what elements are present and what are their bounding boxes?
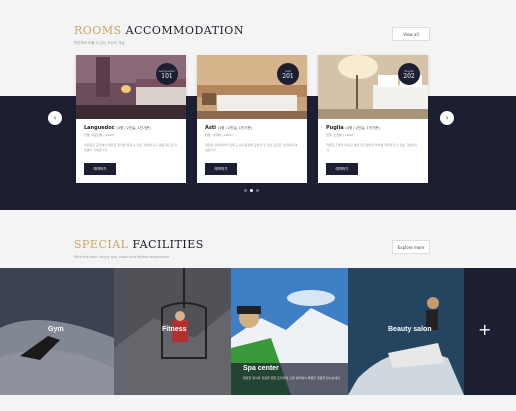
rooms-title-rest: ACCOMMODATION (125, 24, 244, 37)
room-name: Asti (205, 125, 216, 131)
facility-label: Gym (48, 326, 64, 333)
carousel-prev-button[interactable]: ‹ (48, 111, 62, 125)
reserve-button[interactable]: 예약하기 (205, 163, 237, 175)
room-number-badge: Asti 201 (277, 63, 299, 85)
page-bottom (0, 395, 516, 411)
room-card: Asti 201 Asti (4명 / 2인실, 1인기준) 전망: 시티뷰 |… (197, 55, 307, 183)
room-photo: Languedoc 101 (76, 55, 186, 119)
room-capacity: (4명 / 2인실, 1인기준) (345, 126, 380, 130)
badge-number: 101 (161, 72, 173, 80)
room-capacity: (4명 / 2인실, 1인기준) (116, 126, 151, 130)
explore-more-button[interactable]: Explore more (392, 240, 430, 254)
carousel-dots (244, 189, 259, 192)
facility-tile-gym[interactable]: Gym (0, 268, 114, 395)
page: ROOMS ACCOMMODATION 편안하게 머물 수 있는 최상의 객실 … (0, 0, 516, 411)
room-card: Languedoc 101 Languedoc (4명 / 2인실, 1인기준)… (76, 55, 186, 183)
room-name: Languedoc (84, 125, 115, 131)
carousel-dot[interactable] (256, 189, 259, 192)
plus-icon[interactable]: + (478, 322, 491, 338)
facility-tile-beauty-salon[interactable]: Beauty salon (348, 268, 464, 395)
badge-number: 202 (403, 72, 415, 80)
facility-description: 편안한 휴식과 힐링을 위한 프리미엄 스파 센터에서 특별한 경험을 만나보세… (243, 376, 341, 380)
room-title: Asti (4명 / 2인실, 1인기준) (205, 125, 252, 131)
room-description: 여유로운 공간에서 편안한 휴식을 즐길 수 있는 객실입니다. 넓은 창으로 … (84, 143, 178, 152)
facilities-subtitle: With the best luxury spa, salon and fitn… (74, 255, 170, 259)
facilities-title-rest: FACILITIES (132, 238, 204, 251)
rooms-subtitle: 편안하게 머물 수 있는 최상의 객실 (74, 41, 125, 45)
room-number-badge: Puglia 202 (398, 63, 420, 85)
rooms-header: ROOMS ACCOMMODATION 편안하게 머물 수 있는 최상의 객실 (74, 24, 244, 46)
room-title: Puglia (4명 / 2인실, 1인기준) (326, 125, 380, 131)
room-description: 따뜻한 조명과 아늑한 분위기로 편안한 하루를 마무리할 수 있는 객실입니다… (326, 143, 418, 152)
facilities-title: SPECIAL FACILITIES (74, 238, 204, 251)
room-photo: Puglia 202 (318, 55, 428, 119)
reserve-button[interactable]: 예약하기 (84, 163, 116, 175)
room-meta: 전망: 오션뷰 | 120m² (326, 133, 355, 137)
room-capacity: (4명 / 2인실, 1인기준) (217, 126, 253, 130)
view-all-button[interactable]: View all (392, 27, 430, 41)
room-photo: Asti 201 (197, 55, 307, 119)
facility-label: Fitness (162, 326, 187, 333)
carousel-dot-active[interactable] (250, 189, 253, 192)
carousel-dot[interactable] (244, 189, 247, 192)
room-title: Languedoc (4명 / 2인실, 1인기준) (84, 125, 151, 131)
reserve-button[interactable]: 예약하기 (326, 163, 358, 175)
rooms-title-accent: ROOMS (74, 24, 122, 37)
facility-label: Spa center (243, 365, 279, 372)
room-name: Puglia (326, 125, 344, 131)
facility-label: Beauty salon (388, 326, 432, 333)
chevron-left-icon: ‹ (53, 114, 57, 122)
room-number-badge: Languedoc 101 (156, 63, 178, 85)
badge-number: 201 (282, 72, 294, 80)
facility-tile-fitness[interactable]: Fitness (114, 268, 231, 395)
rooms-title: ROOMS ACCOMMODATION (74, 24, 244, 37)
room-meta: 전망: 시티뷰 | 120m² (205, 133, 234, 137)
chevron-right-icon: › (445, 114, 449, 122)
facility-tile-spa-center[interactable]: Spa center 편안한 휴식과 힐링을 위한 프리미엄 스파 센터에서 특… (231, 268, 348, 395)
room-description: 세련된 인테리어와 함께 도시의 풍경을 감상할 수 있는 모던한 스타일의 객… (205, 143, 298, 152)
facilities-header: SPECIAL FACILITIES With the best luxury … (74, 238, 204, 259)
room-meta: 전망: 마운틴뷰 | 120m² (84, 133, 116, 137)
carousel-next-button[interactable]: › (440, 111, 454, 125)
room-card: Puglia 202 Puglia (4명 / 2인실, 1인기준) 전망: 오… (318, 55, 428, 183)
facilities-title-accent: SPECIAL (74, 238, 129, 251)
